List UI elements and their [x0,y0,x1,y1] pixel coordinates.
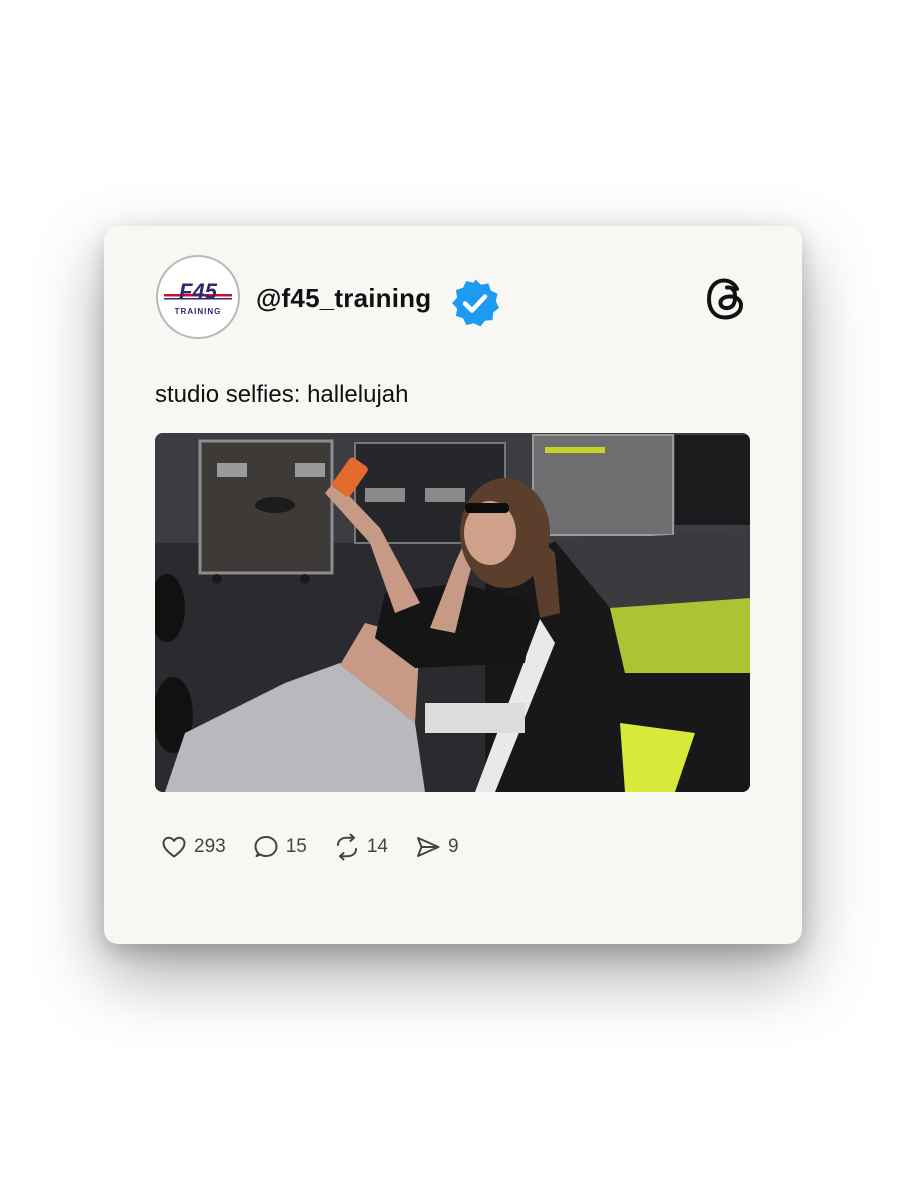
share-action[interactable]: 9 [414,833,459,861]
post-text: studio selfies: hallelujah [155,381,409,408]
like-action[interactable]: 293 [160,833,226,861]
heart-icon [162,836,186,858]
reply-count: 15 [285,836,307,857]
username[interactable]: @f45_training [256,282,431,314]
photo-illustration [155,433,750,792]
send-icon [416,837,440,857]
share-count: 9 [447,836,459,857]
avatar[interactable]: F45 TRAINING [156,255,240,339]
repost-count: 14 [366,836,388,857]
post-photo[interactable] [155,433,750,792]
like-count: 293 [194,836,226,857]
repost-action[interactable]: 14 [333,833,388,861]
comment-icon [254,836,278,857]
reply-action[interactable]: 15 [252,833,307,861]
threads-icon[interactable] [704,275,750,323]
avatar-logo-mark: F45 [179,279,217,304]
post-actions: 293 15 14 9 [160,832,485,862]
avatar-logo-word: TRAINING [174,307,222,316]
repost-icon [336,833,357,861]
threads-post-card: F45 TRAINING @f45_training studio selfie… [104,226,802,944]
verified-badge-icon [452,279,499,327]
